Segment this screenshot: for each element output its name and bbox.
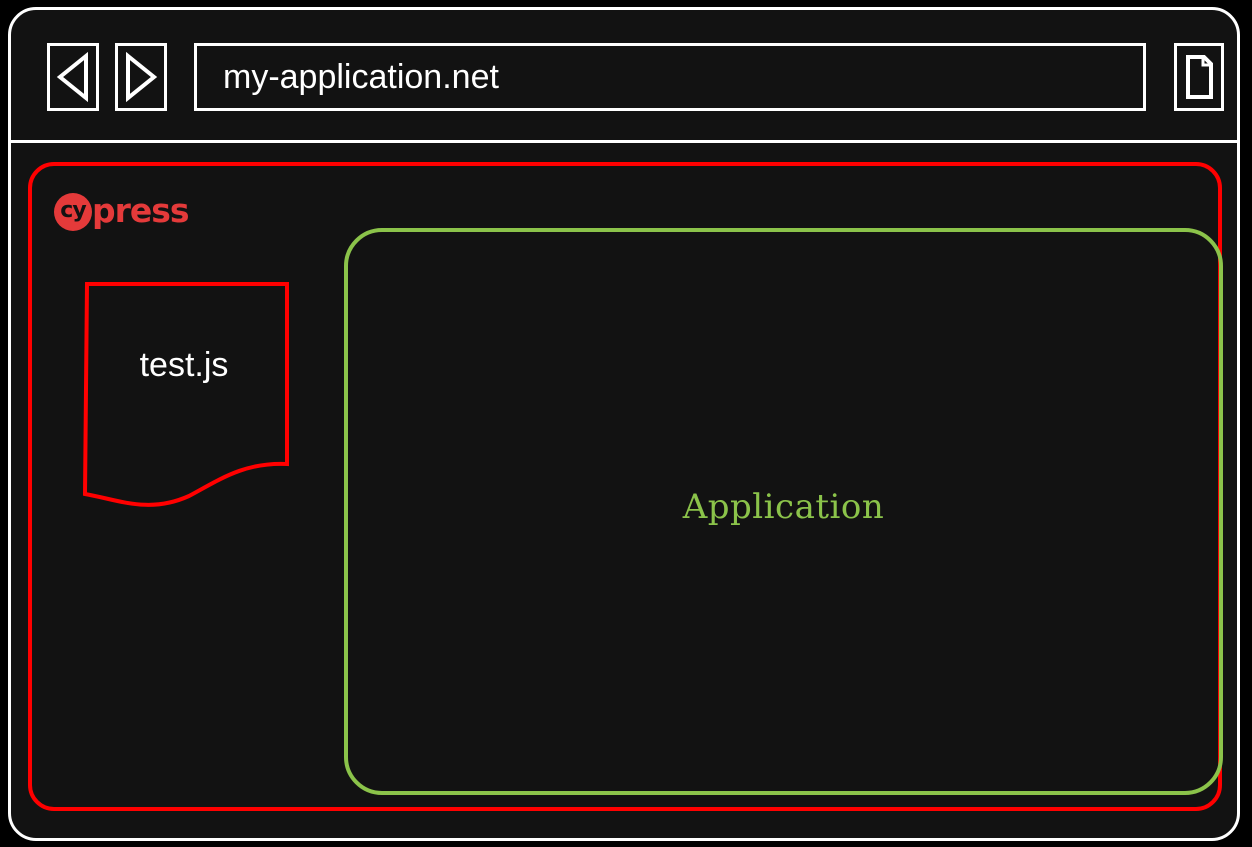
- logo-prefix: cy: [60, 198, 86, 223]
- cypress-logo: cy press: [54, 190, 244, 232]
- triangle-right-icon: [126, 51, 158, 103]
- application-label: Application: [682, 487, 885, 527]
- test-file-shape: [82, 282, 289, 507]
- url-text: my-application.net: [223, 58, 499, 96]
- forward-button[interactable]: [115, 43, 167, 111]
- address-bar[interactable]: my-application.net: [194, 43, 1146, 111]
- test-file: test.js: [79, 282, 295, 522]
- triangle-left-icon: [56, 51, 88, 103]
- browser-window: my-application.net cy press test.js Appl…: [8, 7, 1240, 841]
- cypress-runner: cy press test.js Application: [28, 162, 1223, 811]
- back-button[interactable]: [47, 43, 99, 111]
- toolbar-divider: [11, 140, 1237, 143]
- document-icon: [1186, 55, 1213, 99]
- logo-suffix: press: [92, 191, 190, 230]
- page-button[interactable]: [1174, 43, 1224, 111]
- test-file-label: test.js: [139, 346, 229, 384]
- diagram: my-application.net cy press test.js Appl…: [0, 0, 1252, 847]
- application-frame: Application: [344, 228, 1223, 795]
